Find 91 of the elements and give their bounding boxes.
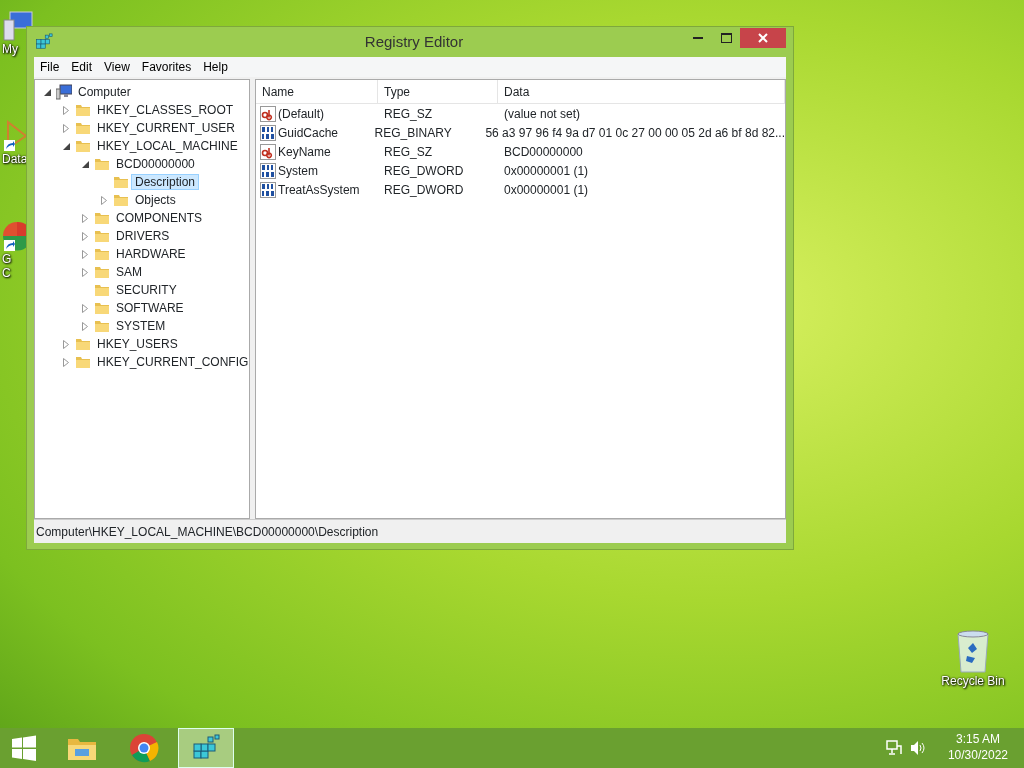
- collapsed-arrow-icon[interactable]: [82, 303, 88, 313]
- computer-icon: [56, 84, 72, 100]
- value-name: GuidCache: [278, 124, 339, 142]
- table-cell-text: REG_SZ: [383, 143, 433, 161]
- value-name: KeyName: [278, 143, 331, 161]
- tree-item[interactable]: Description: [131, 174, 200, 190]
- tree-item[interactable]: SOFTWARE: [112, 300, 188, 316]
- collapsed-arrow-icon[interactable]: [82, 231, 88, 241]
- table-cell-text: 0x00000001 (1): [503, 181, 590, 199]
- collapsed-arrow-icon[interactable]: [82, 267, 88, 277]
- folder-icon: [94, 228, 110, 244]
- table-cell-text: BCD00000000: [503, 143, 584, 161]
- folder-icon: [75, 138, 91, 154]
- table-cell-text: (value not set): [503, 105, 582, 123]
- folder-icon: [94, 210, 110, 226]
- tree-item[interactable]: Objects: [131, 192, 180, 208]
- folder-icon: [75, 102, 91, 118]
- collapsed-arrow-icon[interactable]: [63, 105, 69, 115]
- column-header[interactable]: Name: [256, 80, 378, 103]
- expanded-arrow-icon[interactable]: [43, 88, 51, 96]
- collapsed-arrow-icon[interactable]: [82, 321, 88, 331]
- status-path: Computer\HKEY_LOCAL_MACHINE\BCD00000000\Description: [36, 523, 379, 541]
- folder-icon: [94, 300, 110, 316]
- cubes-icon: [34, 32, 54, 52]
- tree-item[interactable]: HKEY_USERS: [93, 336, 182, 352]
- table-cell-text: 56 a3 97 96 f4 9a d7 01 0c 27 00 00 05 2d a6 bf 8d 82...: [484, 124, 785, 142]
- maximize-icon: [720, 33, 732, 43]
- window-title: Registry Editor: [363, 31, 465, 52]
- menu-item[interactable]: Help: [197, 58, 234, 76]
- close-button[interactable]: [740, 28, 786, 48]
- folder-icon: [75, 120, 91, 136]
- value-name: (Default): [278, 105, 324, 123]
- table-cell-text: REG_DWORD: [383, 181, 465, 199]
- windows-logo-icon: [10, 734, 38, 762]
- collapsed-arrow-icon[interactable]: [63, 339, 69, 349]
- taskbar-button[interactable]: [178, 728, 234, 768]
- tree-item[interactable]: BCD00000000: [112, 156, 199, 172]
- tree-item[interactable]: HKEY_CLASSES_ROOT: [93, 102, 238, 118]
- tree-item[interactable]: SECURITY: [112, 282, 181, 298]
- folder-icon: [94, 282, 110, 298]
- tree-item[interactable]: SAM: [112, 264, 146, 280]
- icon-label: C: [2, 266, 11, 281]
- menu-item[interactable]: Favorites: [135, 58, 198, 76]
- table-cell-text: 0x00000001 (1): [503, 162, 590, 180]
- folder-icon: [75, 354, 91, 370]
- tree-item[interactable]: Computer: [74, 84, 135, 100]
- computer-icon: [2, 10, 34, 42]
- value-name: TreatAsSystem: [278, 181, 360, 199]
- folder-icon: [75, 336, 91, 352]
- tree-item[interactable]: HARDWARE: [112, 246, 190, 262]
- table-cell-text: REG_DWORD: [383, 162, 465, 180]
- binary-value-icon: [260, 124, 276, 141]
- minimize-icon: [693, 37, 703, 39]
- icon-label: Recycle Bin: [941, 674, 1005, 689]
- table-cell-text: REG_SZ: [383, 105, 433, 123]
- speaker-icon[interactable]: [909, 740, 926, 756]
- collapsed-arrow-icon[interactable]: [63, 357, 69, 367]
- collapsed-arrow-icon[interactable]: [82, 249, 88, 259]
- tree-item[interactable]: HKEY_LOCAL_MACHINE: [93, 138, 242, 154]
- icon-label: My: [2, 42, 18, 57]
- icon-label: G: [2, 252, 12, 267]
- value-name: System: [278, 162, 318, 180]
- tree-item[interactable]: HKEY_CURRENT_CONFIG: [93, 354, 249, 370]
- folder-icon: [94, 246, 110, 262]
- collapsed-arrow-icon[interactable]: [63, 123, 69, 133]
- column-header[interactable]: Type: [378, 80, 498, 103]
- expanded-arrow-icon[interactable]: [62, 142, 70, 150]
- tree-item[interactable]: HKEY_CURRENT_USER: [93, 120, 240, 136]
- folder-icon: [94, 318, 110, 334]
- tree-item[interactable]: COMPONENTS: [112, 210, 206, 226]
- table-cell-text: REG_BINARY: [373, 124, 453, 142]
- folder-icon: [94, 156, 110, 172]
- menu-item[interactable]: File: [34, 58, 66, 76]
- collapsed-arrow-icon[interactable]: [82, 213, 88, 223]
- icon-label: Data: [2, 152, 28, 167]
- recycle-bin-icon: [955, 630, 991, 674]
- tree-item[interactable]: SYSTEM: [112, 318, 170, 334]
- browser-icon: [129, 733, 159, 763]
- collapsed-arrow-icon[interactable]: [101, 195, 107, 205]
- tree-item[interactable]: DRIVERS: [112, 228, 174, 244]
- folder-icon: [94, 264, 110, 280]
- binary-value-icon: [260, 162, 276, 179]
- folder-icon: [113, 174, 129, 190]
- binary-value-icon: [260, 181, 276, 198]
- close-icon: [758, 33, 768, 43]
- menu-item[interactable]: View: [98, 58, 136, 76]
- folder-icon: [113, 192, 129, 208]
- expanded-arrow-icon[interactable]: [81, 160, 89, 168]
- column-header[interactable]: Data: [498, 80, 785, 103]
- menu-item[interactable]: Edit: [65, 58, 99, 76]
- network-icon[interactable]: [885, 740, 902, 756]
